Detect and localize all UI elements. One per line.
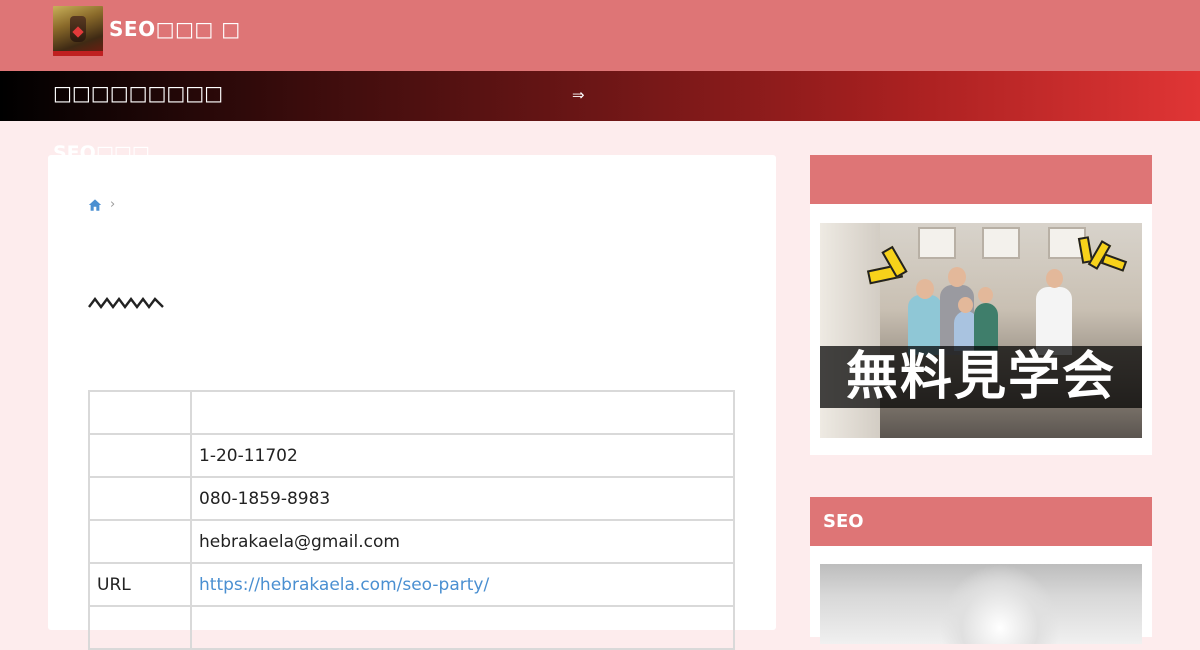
open-house-banner[interactable]: 無料見学会 [820,223,1142,438]
banner-caption: 無料見学会 [820,346,1142,408]
table-cell-value [190,390,735,435]
widget-title [810,155,1152,204]
table-row [88,390,735,435]
profile-table: 1-20-11702 080-1859-8983 hebrakaela@gmai… [88,390,735,650]
table-cell-value: https://hebrakaela.com/seo-party/ [190,562,735,607]
arrow-right-icon: ⇒ [572,86,585,104]
widget-title: SEO [810,497,1152,546]
table-cell-value [190,605,735,650]
site-header: SEO□□□ □ [0,0,1200,71]
table-row: hebrakaela@gmail.com [88,519,735,564]
table-cell-label [88,519,192,564]
seo-widget-image[interactable] [820,564,1142,644]
table-row: 1-20-11702 [88,433,735,478]
sidebar-widget-banner: 無料見学会 [810,155,1152,455]
main-content: › 1-20-11702 080-1859-8983 hebrakaela@gm… [48,155,776,650]
site-title-link[interactable]: SEO□□□ □ [109,17,241,41]
table-cell-value: 080-1859-8983 [190,476,735,521]
notice-bar[interactable]: □□□□□□□□□ ⇒ [0,71,1200,121]
chevron-right-icon: › [110,197,116,212]
breadcrumb: › [88,195,115,215]
table-cell-value: 1-20-11702 [190,433,735,478]
sidebar-widget-seo: SEO [810,497,1152,644]
notice-text: □□□□□□□□□ [53,81,224,105]
table-row: URL https://hebrakaela.com/seo-party/ [88,562,735,607]
home-icon[interactable] [88,198,102,212]
table-row: 080-1859-8983 [88,476,735,521]
table-cell-value: hebrakaela@gmail.com [190,519,735,564]
website-link[interactable]: https://hebrakaela.com/seo-party/ [199,575,489,595]
table-cell-label: URL [88,562,192,607]
table-cell-label [88,476,192,521]
table-row [88,605,735,650]
table-cell-label [88,390,192,435]
zigzag-divider-icon [88,297,164,309]
table-cell-label [88,605,192,650]
table-cell-label [88,433,192,478]
honey-jar-logo-icon[interactable] [53,6,103,56]
